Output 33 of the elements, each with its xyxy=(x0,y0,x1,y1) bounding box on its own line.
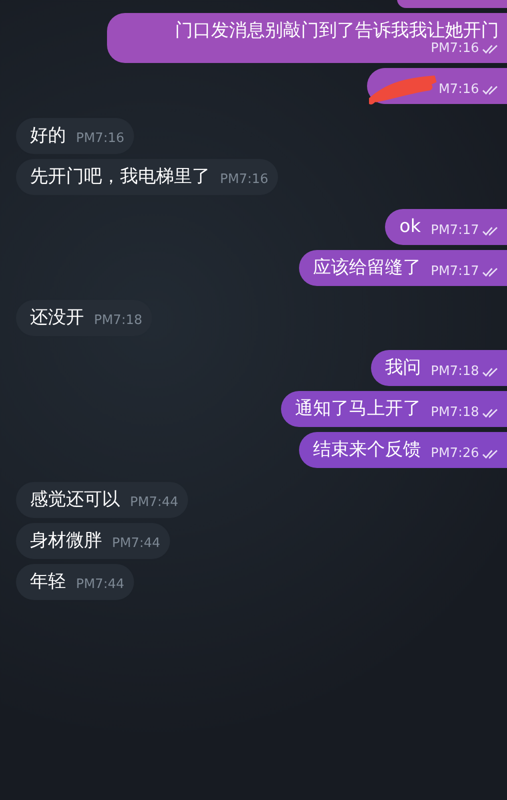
message-time: PM7:44 xyxy=(76,578,124,592)
message-time: PM7:44 xyxy=(112,537,160,551)
scribble-mark xyxy=(368,75,439,105)
double-check-icon xyxy=(482,449,499,459)
double-check-icon xyxy=(482,226,499,236)
double-check-icon xyxy=(482,367,499,377)
message-text: 应该给留缝了 xyxy=(312,257,421,279)
message-text: ok xyxy=(399,216,421,238)
message-text: 身材微胖 xyxy=(30,530,102,552)
message-time: M7:16 xyxy=(438,83,479,97)
message-text: 先开门吧，我电梯里了 xyxy=(30,166,210,188)
message-text: 通知了马上开了 xyxy=(294,398,421,420)
message-time: PM7:17 xyxy=(430,265,479,279)
message-text: 结束来个反馈 xyxy=(312,439,421,461)
message-time: PM7:18 xyxy=(94,314,142,328)
double-check-icon xyxy=(482,85,499,95)
message-time: PM7:16 xyxy=(76,132,124,146)
double-check-icon xyxy=(482,408,499,418)
message-time: PM7:16 xyxy=(430,42,479,56)
message-time: PM7:18 xyxy=(430,406,479,420)
double-check-icon xyxy=(482,267,499,277)
message-time: PM7:44 xyxy=(130,496,178,510)
message-text: 还没开 xyxy=(30,307,84,329)
message-text: 我问 xyxy=(384,357,421,379)
message-time: PM7:26 xyxy=(430,447,479,461)
message-time: PM7:17 xyxy=(430,224,479,238)
double-check-icon xyxy=(482,44,499,54)
message-text: 好的 xyxy=(30,125,66,147)
message-text: 门口发消息别敲门到了告诉我我让她开门 xyxy=(175,20,499,42)
message-text: 年轻 xyxy=(30,571,66,593)
message-time: PM7:16 xyxy=(220,173,268,187)
message-text: 感觉还可以 xyxy=(30,489,120,511)
message-time: PM7:18 xyxy=(430,365,479,379)
